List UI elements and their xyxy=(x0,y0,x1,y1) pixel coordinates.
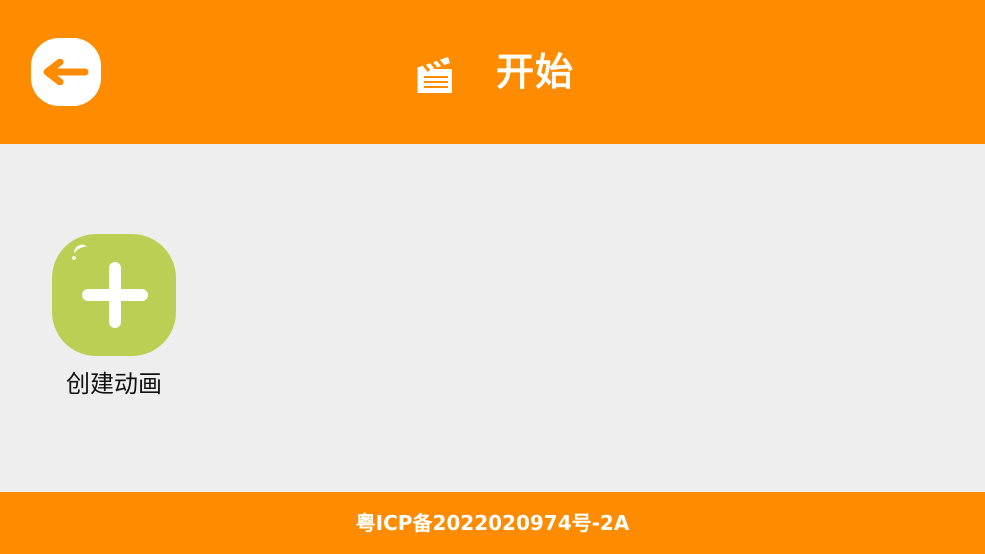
plus-horizontal-stroke xyxy=(82,289,148,301)
create-animation-tile[interactable] xyxy=(52,234,176,356)
app-window: 开始 创建动画 粤ICP备2022020974号-2A xyxy=(0,0,985,554)
main-content: 创建动画 xyxy=(0,144,985,492)
create-animation-label: 创建动画 xyxy=(66,370,162,398)
footer-bar: 粤ICP备2022020974号-2A xyxy=(0,492,985,554)
arrow-left-icon xyxy=(43,59,89,85)
clapperboard-icon xyxy=(414,48,456,96)
back-button[interactable] xyxy=(31,38,101,106)
tile-shine-dot xyxy=(72,256,76,260)
header-bar: 开始 xyxy=(0,0,985,144)
create-animation-button[interactable]: 创建动画 xyxy=(40,232,190,404)
page-title-group: 开始 xyxy=(414,44,574,100)
icp-license-text: 粤ICP备2022020974号-2A xyxy=(355,511,630,535)
page-title: 开始 xyxy=(496,50,575,94)
